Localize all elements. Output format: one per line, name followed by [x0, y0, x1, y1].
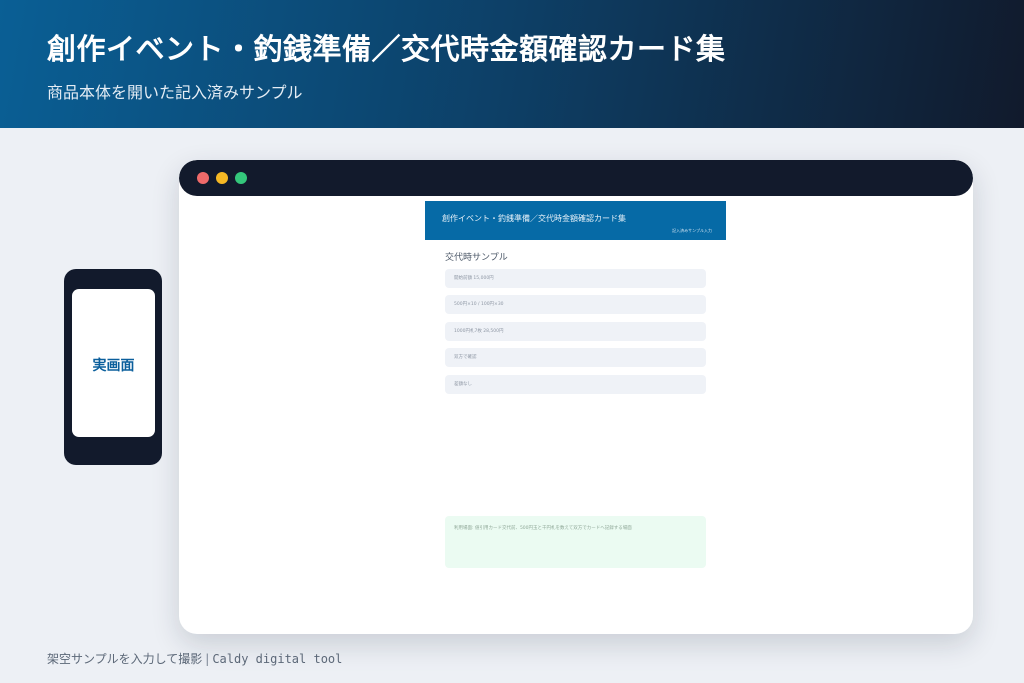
opening-amount-field[interactable]: 開始前額 15,000円: [445, 269, 706, 288]
confirmation-field[interactable]: 双方で確認: [445, 348, 706, 367]
minimize-window-control[interactable]: [216, 172, 228, 184]
field-text: 500円×10 / 100円×30: [454, 302, 504, 307]
app-header-title: 創作イベント・釣銭準備／交代時金額確認カード集: [442, 214, 626, 223]
footer-caption: 架空サンプルを入力して撮影 | Caldy digital tool: [47, 650, 342, 667]
browser-title-bar: [179, 160, 973, 196]
footer-caption-text: 架空サンプルを入力して撮影: [47, 652, 203, 666]
phone-mockup: 実画面: [64, 269, 162, 465]
browser-window: 創作イベント・釣銭準備／交代時金額確認カード集 記入済みサンプル入力 交代時サン…: [179, 160, 973, 634]
section-title: 交代時サンプル: [445, 253, 508, 263]
field-text: 1000円札7枚 28,500円: [454, 329, 504, 334]
page-title: 創作イベント・釣銭準備／交代時金額確認カード集: [47, 32, 726, 66]
close-window-control[interactable]: [197, 172, 209, 184]
app-preview: 創作イベント・釣銭準備／交代時金額確認カード集 記入済みサンプル入力 交代時サン…: [425, 201, 726, 621]
bill-total-field[interactable]: 1000円札7枚 28,500円: [445, 322, 706, 341]
coin-count-field[interactable]: 500円×10 / 100円×30: [445, 295, 706, 314]
field-text: 双方で確認: [454, 355, 477, 360]
app-header-badge: 記入済みサンプル入力: [672, 228, 712, 233]
page-subtitle: 商品本体を開いた記入済みサンプル: [47, 83, 303, 102]
maximize-window-control[interactable]: [235, 172, 247, 184]
usage-note-text: 利用場面: 値引用カード交代前、500円玉と千円札を数えて双方でカードへ記録する…: [454, 526, 632, 531]
phone-label: 実画面: [92, 358, 135, 374]
usage-note: 利用場面: 値引用カード交代前、500円玉と千円札を数えて双方でカードへ記録する…: [445, 516, 706, 568]
footer-tool-name: Caldy digital tool: [212, 652, 343, 666]
difference-field[interactable]: 差額なし: [445, 375, 706, 394]
hero-banner: 創作イベント・釣銭準備／交代時金額確認カード集 商品本体を開いた記入済みサンプル: [0, 0, 1024, 128]
field-text: 差額なし: [454, 382, 472, 387]
phone-screen: 実画面: [72, 289, 155, 437]
app-header: 創作イベント・釣銭準備／交代時金額確認カード集 記入済みサンプル入力: [425, 201, 726, 240]
footer-separator: |: [205, 652, 210, 666]
field-text: 開始前額 15,000円: [454, 276, 494, 281]
